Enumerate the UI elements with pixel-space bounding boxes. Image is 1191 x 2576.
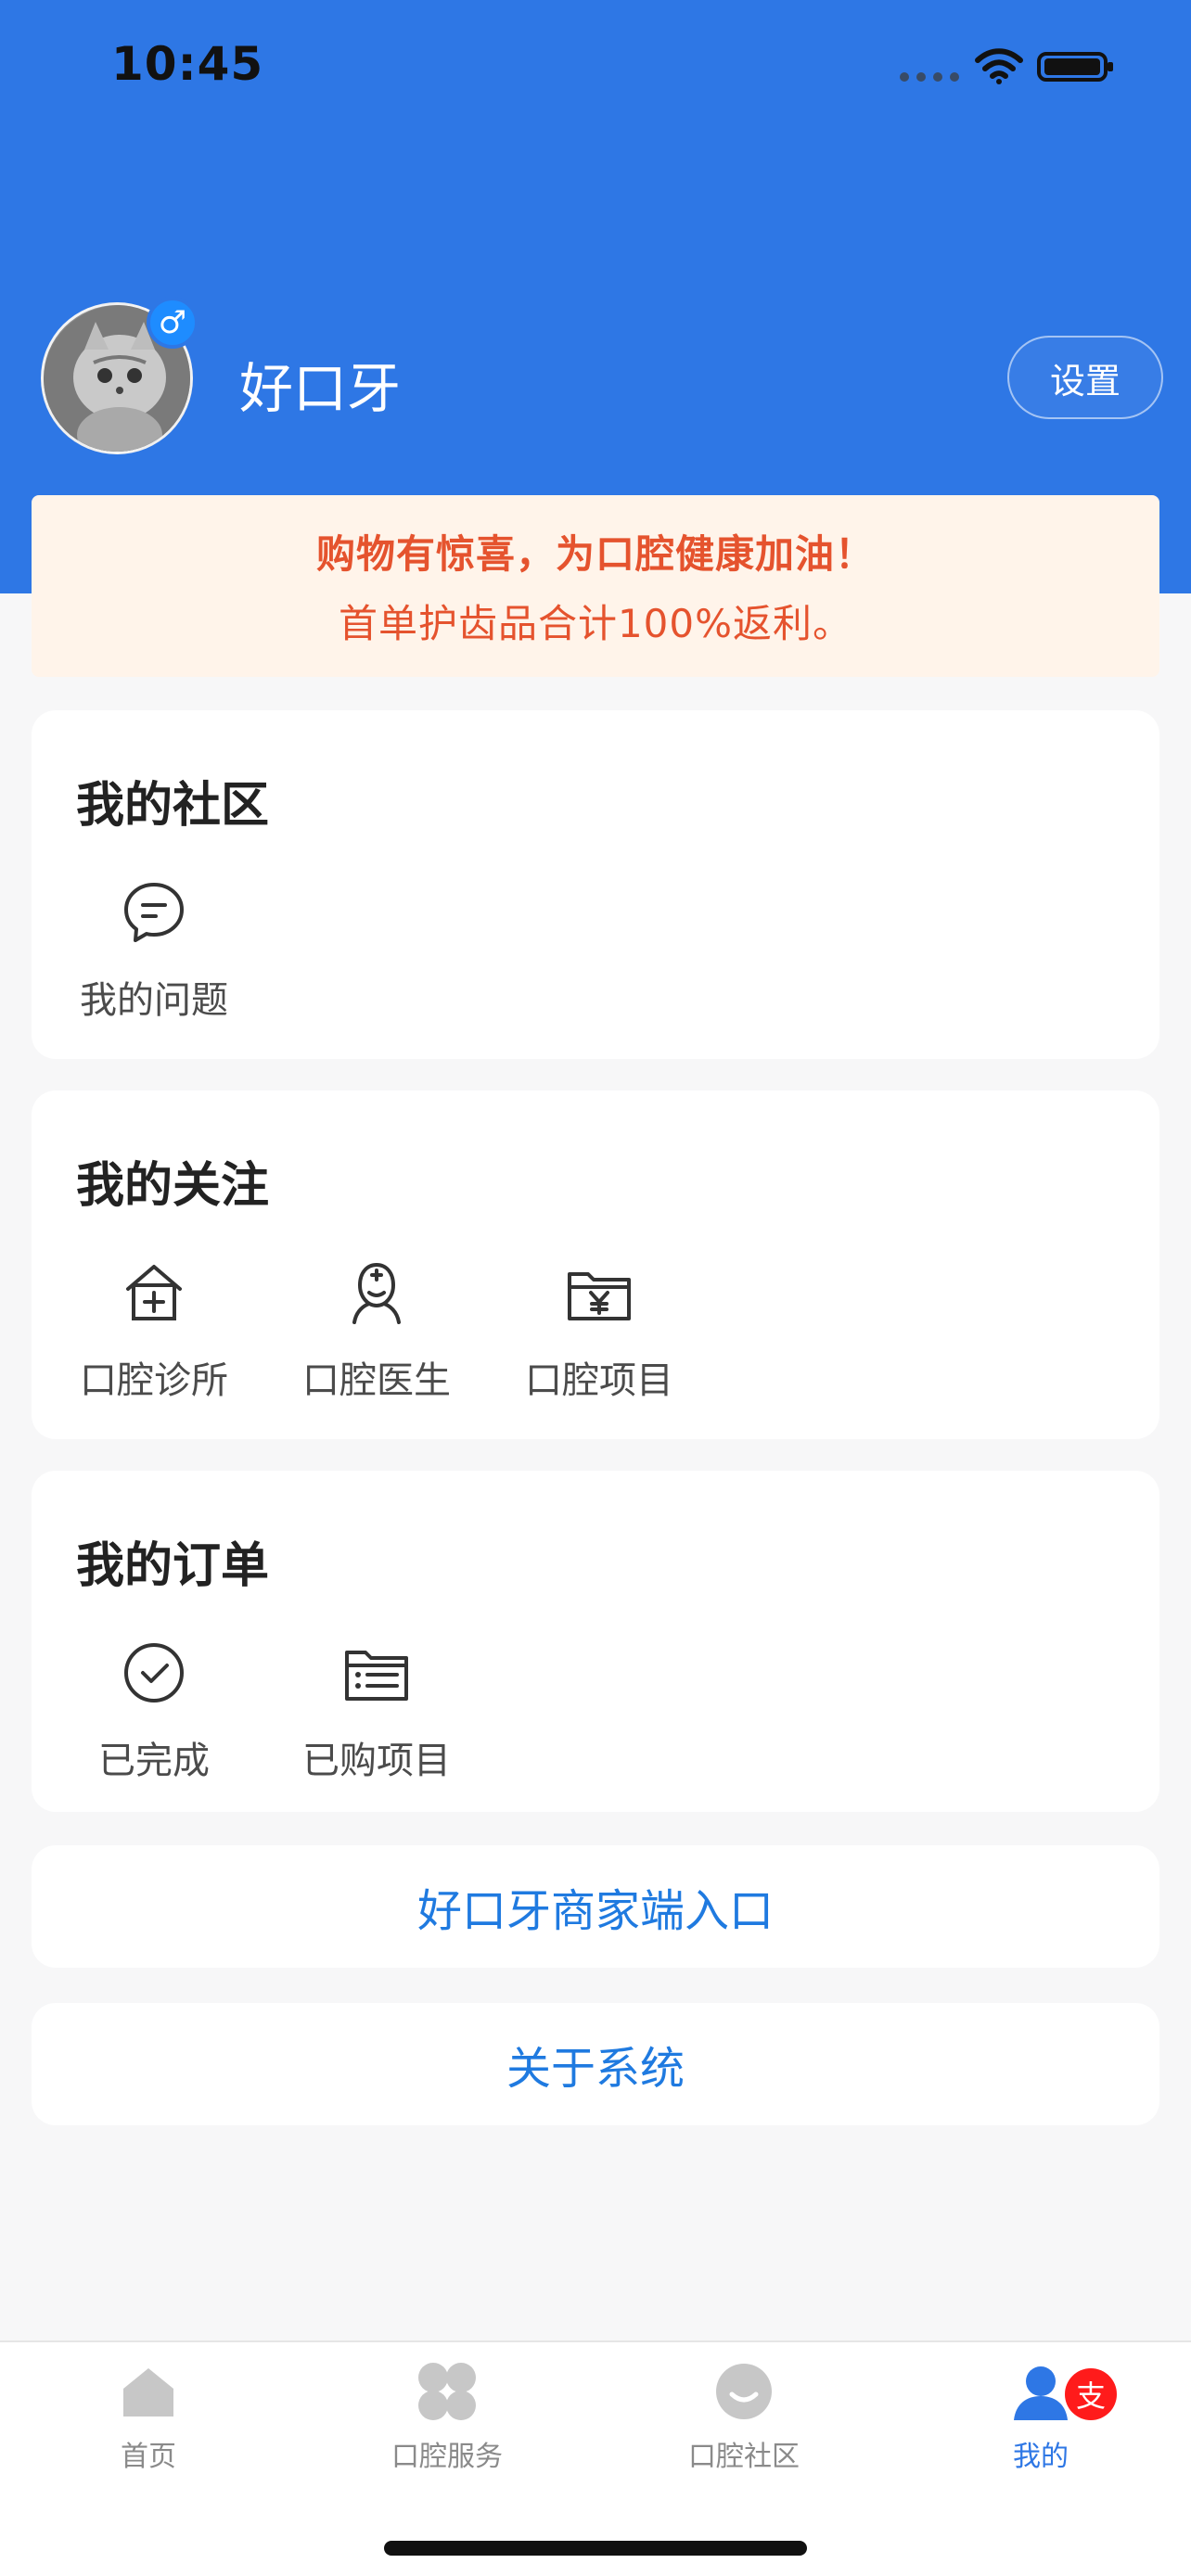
chat-bubble-icon (124, 883, 184, 942)
tab-label: 口腔服务 (391, 2441, 503, 2473)
item-label: 口腔医生 (302, 1359, 451, 1402)
follow-card: 我的关注 口腔诊所 口腔医生 口腔项目 (32, 1090, 1159, 1439)
merchant-entry-link[interactable]: 好口牙商家端入口 (32, 1845, 1159, 1968)
community-card: 我的社区 我的问题 (32, 710, 1159, 1059)
tab-home[interactable]: 首页 (46, 2359, 250, 2474)
username: 好口牙 (239, 357, 402, 420)
item-label: 已完成 (98, 1740, 210, 1782)
doctor-icon (352, 1262, 401, 1324)
profile-icon (1014, 2366, 1068, 2420)
signal-dots-icon (900, 72, 959, 82)
tab-service[interactable]: 口腔服务 (345, 2359, 549, 2474)
home-icon (123, 2368, 173, 2417)
tab-profile[interactable]: 我的 支 (939, 2359, 1143, 2474)
project-icon (568, 1272, 631, 1320)
item-label: 我的问题 (80, 979, 228, 1022)
battery-icon (1037, 52, 1113, 82)
status-bar: 10:45 (0, 0, 1191, 139)
follow-doctor-item[interactable]: 口腔医生 (299, 1257, 455, 1404)
completed-orders-item[interactable]: 已完成 (76, 1638, 232, 1784)
clinic-icon (126, 1265, 182, 1320)
follow-project-item[interactable]: 口腔项目 (521, 1257, 677, 1404)
item-label: 口腔诊所 (80, 1359, 228, 1402)
community-title: 我的社区 (76, 778, 270, 834)
purchased-projects-item[interactable]: 已购项目 (299, 1638, 455, 1784)
home-indicator (384, 2541, 807, 2556)
tab-community[interactable]: 口腔社区 (642, 2359, 846, 2474)
service-icon (418, 2363, 476, 2420)
gender-badge: ♂ (147, 297, 198, 349)
community-icon (716, 2364, 772, 2419)
orders-card: 我的订单 已完成 已购项目 (32, 1471, 1159, 1812)
check-circle-icon (124, 1643, 184, 1702)
wifi-icon (975, 48, 1023, 84)
tab-label: 首页 (121, 2441, 176, 2473)
promo-title: 购物有惊喜，为口腔健康加油！ (315, 531, 875, 577)
item-label: 已购项目 (302, 1740, 451, 1782)
tab-label: 我的 (1013, 2441, 1069, 2473)
promo-banner[interactable]: 购物有惊喜，为口腔健康加油！ 首单护齿品合计100%返利。 (32, 495, 1159, 677)
list-icon (345, 1651, 408, 1701)
follow-title: 我的关注 (76, 1158, 270, 1214)
tab-label: 口腔社区 (688, 2441, 800, 2473)
tab-badge: 支 (1065, 2368, 1117, 2420)
settings-button[interactable]: 设置 (1007, 336, 1163, 419)
orders-title: 我的订单 (76, 1538, 270, 1594)
my-questions-item[interactable]: 我的问题 (76, 877, 232, 1024)
status-time: 10:45 (111, 37, 264, 91)
promo-subtitle: 首单护齿品合计100%返利。 (338, 601, 853, 646)
about-system-link[interactable]: 关于系统 (32, 2003, 1159, 2125)
follow-clinic-item[interactable]: 口腔诊所 (76, 1257, 232, 1404)
item-label: 口腔项目 (525, 1359, 673, 1402)
